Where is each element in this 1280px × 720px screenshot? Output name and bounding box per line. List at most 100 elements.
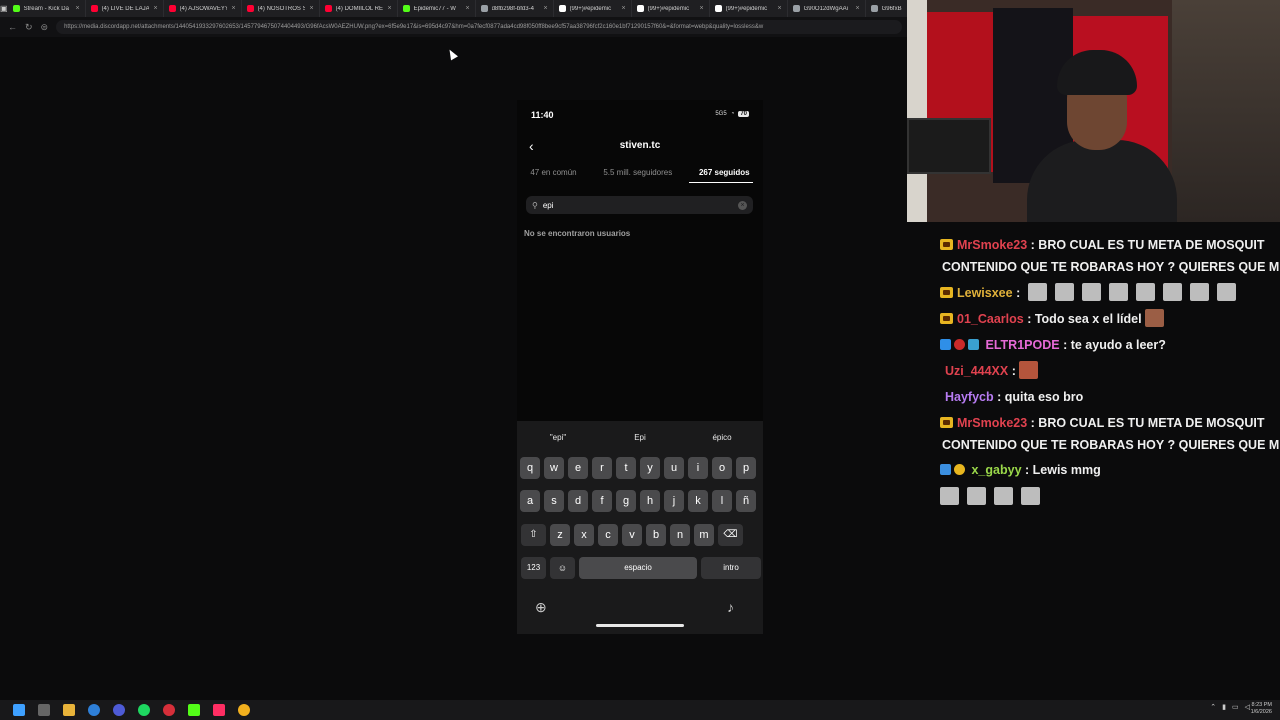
cube-badge-icon bbox=[940, 339, 951, 350]
wifi-icon: ◔ bbox=[730, 111, 735, 117]
back-arrow-icon[interactable]: ← bbox=[8, 22, 17, 32]
key-x[interactable]: x bbox=[574, 524, 594, 546]
key-n[interactable]: n bbox=[670, 524, 690, 546]
network-icon[interactable]: ▭ bbox=[1232, 703, 1239, 711]
microphone-icon[interactable]: ♪ bbox=[727, 599, 734, 615]
emoji-key-icon[interactable]: ☺ bbox=[550, 557, 575, 579]
key-e[interactable]: e bbox=[568, 457, 588, 479]
close-icon[interactable]: × bbox=[465, 5, 469, 12]
browser-tab[interactable]: (4) DOMIILOL RE × bbox=[320, 0, 398, 17]
key-v[interactable]: v bbox=[622, 524, 642, 546]
key-h[interactable]: h bbox=[640, 490, 660, 512]
discord-icon[interactable] bbox=[113, 704, 125, 716]
site-info-icon[interactable]: ⊜ bbox=[41, 22, 49, 33]
browser-tab[interactable]: G96fxB× bbox=[866, 0, 908, 17]
close-icon[interactable]: × bbox=[777, 5, 781, 12]
close-icon[interactable]: × bbox=[621, 5, 625, 12]
key-w[interactable]: w bbox=[544, 457, 564, 479]
globe-icon[interactable]: ⊕ bbox=[535, 599, 547, 616]
status-time: 11:40 bbox=[531, 110, 554, 120]
key-d[interactable]: d bbox=[568, 490, 588, 512]
browser-tab[interactable]: Stream - Kick Da × bbox=[8, 0, 86, 17]
browser-tab[interactable]: (4) LIVE DE LAJA × bbox=[86, 0, 164, 17]
favicon-icon bbox=[714, 5, 722, 12]
return-key[interactable]: intro bbox=[701, 557, 761, 579]
key-s[interactable]: s bbox=[544, 490, 564, 512]
browser-tab[interactable]: (99+)#epidemic × bbox=[710, 0, 788, 17]
close-icon[interactable]: × bbox=[153, 5, 157, 12]
speaker-icon[interactable]: ◁ bbox=[1245, 703, 1250, 711]
kick-icon[interactable] bbox=[188, 704, 200, 716]
key-r[interactable]: r bbox=[592, 457, 612, 479]
tab-following[interactable]: 267 seguidos bbox=[699, 168, 750, 177]
key-j[interactable]: j bbox=[664, 490, 684, 512]
browser-tab[interactable]: (99+)#epidemic × bbox=[554, 0, 632, 17]
gold-badge-icon bbox=[954, 464, 965, 475]
key-c[interactable]: c bbox=[598, 524, 618, 546]
suggestion-1[interactable]: "epi" bbox=[517, 421, 599, 454]
tab-title: (99+)#epidemic bbox=[725, 5, 768, 12]
emote-icon bbox=[1027, 283, 1047, 301]
reload-icon[interactable]: ↻ bbox=[25, 22, 33, 33]
suggestion-3[interactable]: épico bbox=[681, 421, 763, 454]
search-bar: ⚲ × bbox=[526, 196, 753, 214]
chevron-up-icon[interactable]: ⌃ bbox=[1210, 703, 1216, 711]
emote-icon bbox=[940, 487, 959, 505]
search-input[interactable] bbox=[542, 200, 733, 210]
tab-mutual[interactable]: 47 en común bbox=[530, 168, 576, 177]
browser-menu-icon[interactable]: ▣ bbox=[0, 0, 8, 17]
webcam-feed bbox=[907, 0, 1280, 222]
backspace-key-icon[interactable]: ⌫ bbox=[718, 524, 743, 546]
file-explorer-icon[interactable] bbox=[63, 704, 75, 716]
key-a[interactable]: a bbox=[520, 490, 540, 512]
key-l[interactable]: l bbox=[712, 490, 732, 512]
tab-title: Stream - Kick Da bbox=[23, 5, 69, 12]
close-icon[interactable]: × bbox=[699, 5, 703, 12]
url-field[interactable]: https://media.discordapp.net/attachments… bbox=[56, 20, 902, 34]
chat-emote-row bbox=[940, 486, 1280, 508]
key-z[interactable]: z bbox=[550, 524, 570, 546]
space-key[interactable]: espacio bbox=[579, 557, 697, 579]
shift-key-icon[interactable]: ⇧ bbox=[521, 524, 546, 546]
key-ñ[interactable]: ñ bbox=[736, 490, 756, 512]
key-t[interactable]: t bbox=[616, 457, 636, 479]
clear-icon[interactable]: × bbox=[738, 200, 747, 210]
browser-tab[interactable]: (99+)#epidemic × bbox=[632, 0, 710, 17]
emote-icon bbox=[994, 487, 1013, 505]
edge-browser-icon[interactable] bbox=[88, 704, 100, 716]
browser-tab[interactable]: (4) NOSOTROS SI × bbox=[242, 0, 320, 17]
key-u[interactable]: u bbox=[664, 457, 684, 479]
tab-followers[interactable]: 5.5 mill. seguidores bbox=[603, 168, 672, 177]
key-q[interactable]: q bbox=[520, 457, 540, 479]
browser-tab[interactable]: Epidemic77 - W × bbox=[398, 0, 476, 17]
windows-taskbar: ⌃ ▮ ▭ ◁ 8:23 PM 1/6/2026 bbox=[0, 700, 1280, 720]
obs-icon[interactable] bbox=[163, 704, 175, 716]
suggestion-2[interactable]: Epi bbox=[599, 421, 681, 454]
close-icon[interactable]: × bbox=[231, 5, 235, 12]
browser-tab[interactable]: d8fb298f-bfd3-4 × bbox=[476, 0, 554, 17]
key-k[interactable]: k bbox=[688, 490, 708, 512]
key-m[interactable]: m bbox=[694, 524, 714, 546]
close-icon[interactable]: × bbox=[543, 5, 547, 12]
key-o[interactable]: o bbox=[712, 457, 732, 479]
key-p[interactable]: p bbox=[736, 457, 756, 479]
microphone-icon[interactable]: ▮ bbox=[1222, 703, 1226, 711]
chrome-icon[interactable] bbox=[238, 704, 250, 716]
tiktok-icon[interactable] bbox=[213, 704, 225, 716]
key-i[interactable]: i bbox=[688, 457, 708, 479]
key-g[interactable]: g bbox=[616, 490, 636, 512]
close-icon[interactable]: × bbox=[309, 5, 313, 12]
key-f[interactable]: f bbox=[592, 490, 612, 512]
taskbar-clock[interactable]: 8:23 PM 1/6/2026 bbox=[1251, 702, 1272, 716]
spotify-icon[interactable] bbox=[138, 704, 150, 716]
windows-start-icon[interactable] bbox=[13, 704, 25, 716]
close-icon[interactable]: × bbox=[75, 5, 79, 12]
close-icon[interactable]: × bbox=[387, 5, 391, 12]
numbers-key[interactable]: 123 bbox=[521, 557, 546, 579]
browser-tab[interactable]: (4) AJSOWAVEYY × bbox=[164, 0, 242, 17]
search-icon[interactable] bbox=[38, 704, 50, 716]
key-y[interactable]: y bbox=[640, 457, 660, 479]
browser-tab[interactable]: G90O12dWgAAi × bbox=[788, 0, 866, 17]
close-icon[interactable]: × bbox=[855, 5, 859, 12]
key-b[interactable]: b bbox=[646, 524, 666, 546]
